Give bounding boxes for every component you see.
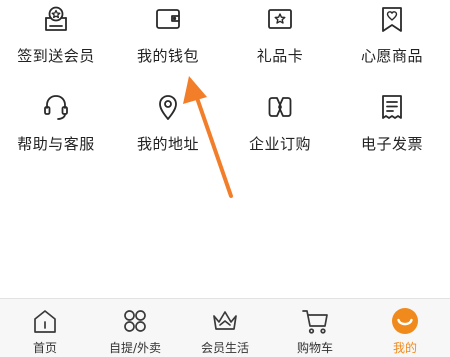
grid-item-address[interactable]: 我的地址: [112, 88, 224, 168]
grid-item-wallet[interactable]: 我的钱包: [112, 0, 224, 80]
tab-home[interactable]: 首页: [0, 299, 90, 357]
invoice-icon: [377, 92, 407, 122]
tab-cart[interactable]: 购物车: [270, 299, 360, 357]
tab-pickup-delivery[interactable]: 自提/外卖: [90, 299, 180, 357]
service-row-1: 签到送会员 我的钱包 礼品卡 心愿商品: [0, 0, 450, 80]
grid-item-label: 我的钱包: [136, 47, 199, 65]
cart-icon: [300, 307, 330, 335]
grid-item-label: 电子发票: [360, 135, 423, 153]
wishlist-icon: [377, 4, 407, 34]
profile-page: 签到送会员 我的钱包 礼品卡 心愿商品 帮助与客服 我的地址 企业订购 电子发票…: [0, 0, 450, 357]
tab-mine[interactable]: 我的: [360, 299, 450, 357]
grid-item-gift-card[interactable]: 礼品卡: [224, 0, 336, 80]
home-icon: [30, 307, 60, 335]
grid-item-help[interactable]: 帮助与客服: [0, 88, 112, 168]
headset-icon: [41, 92, 71, 122]
grid-item-label: 签到送会员: [17, 47, 95, 65]
grid-item-label: 帮助与客服: [17, 135, 95, 153]
tab-label: 首页: [32, 341, 57, 355]
smile-face-icon: [390, 307, 420, 335]
grid-item-invoice[interactable]: 电子发票: [336, 88, 448, 168]
service-row-2: 帮助与客服 我的地址 企业订购 电子发票: [0, 88, 450, 168]
grid-item-sign-in[interactable]: 签到送会员: [0, 0, 112, 80]
wallet-icon: [153, 4, 183, 34]
four-dots-icon: [120, 307, 150, 335]
tab-label: 自提/外卖: [108, 341, 162, 355]
grid-item-wishlist[interactable]: 心愿商品: [336, 0, 448, 80]
tab-label: 我的: [392, 341, 417, 355]
grid-item-label: 礼品卡: [256, 47, 304, 65]
grid-item-label: 我的地址: [136, 135, 199, 153]
tab-label: 会员生活: [200, 341, 249, 355]
location-pin-icon: [153, 92, 183, 122]
grid-item-enterprise[interactable]: 企业订购: [224, 88, 336, 168]
grid-item-label: 心愿商品: [360, 47, 423, 65]
crown-icon: [210, 307, 240, 335]
grid-item-label: 企业订购: [248, 135, 311, 153]
sign-in-gift-icon: [41, 4, 71, 34]
gift-card-icon: [265, 4, 295, 34]
bottom-tab-bar: 首页 自提/外卖 会员生活 购物车 我的: [0, 298, 450, 357]
enterprise-icon: [265, 92, 295, 122]
tab-label: 购物车: [296, 341, 333, 355]
tab-member-life[interactable]: 会员生活: [180, 299, 270, 357]
